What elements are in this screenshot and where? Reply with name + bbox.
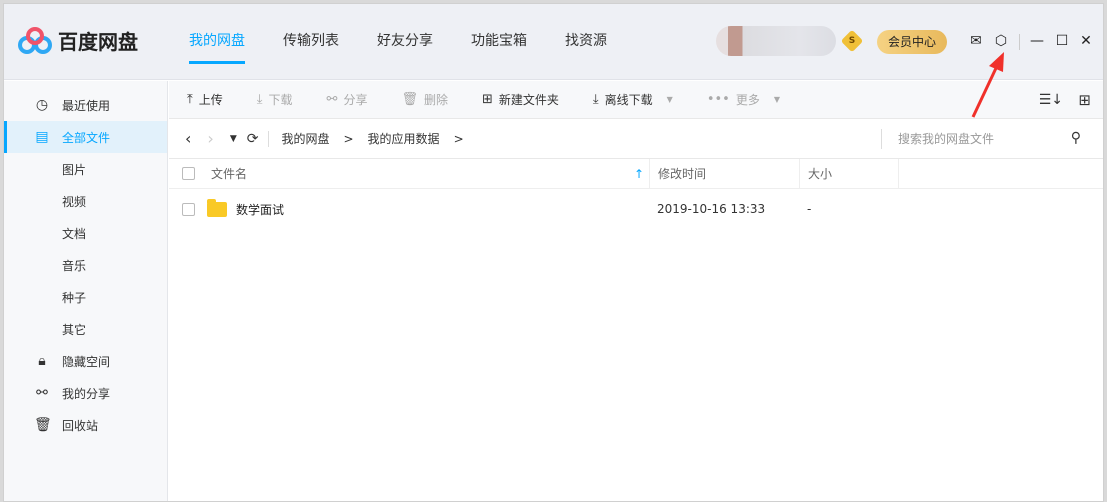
sidebar-item-label: 隐藏空间 bbox=[62, 354, 111, 369]
logo: 百度网盘 bbox=[18, 26, 138, 55]
clock-icon: ◷ bbox=[35, 97, 49, 113]
breadcrumb-my-disk[interactable]: 我的网盘 bbox=[281, 130, 329, 147]
new-folder-button[interactable]: ⊞ 新建文件夹 bbox=[482, 91, 559, 108]
tab-toolbox[interactable]: 功能宝箱 bbox=[456, 4, 542, 80]
folder-icon bbox=[207, 198, 227, 217]
lock-icon: 🔒︎ bbox=[38, 353, 46, 369]
forward-icon[interactable]: › bbox=[207, 129, 213, 148]
sidebar-item-label: 图片 bbox=[62, 162, 87, 177]
sort-asc-icon[interactable]: ↑ bbox=[634, 159, 644, 188]
sidebar-item-pictures[interactable]: 图片 bbox=[4, 153, 167, 185]
sidebar-item-recycle-bin[interactable]: 🗑︎ 回收站 bbox=[4, 409, 167, 441]
sidebar-item-label: 其它 bbox=[62, 322, 87, 337]
offline-download-button[interactable]: ⤓ 离线下载 ▼ bbox=[593, 91, 673, 108]
trash-icon: 🗑︎ bbox=[34, 417, 52, 433]
delete-button[interactable]: 🗑︎ 删除 bbox=[401, 91, 448, 108]
file-name[interactable]: 数学面试 bbox=[236, 189, 284, 229]
share-label: 分享 bbox=[343, 93, 368, 107]
tab-my-disk[interactable]: 我的网盘 bbox=[174, 4, 260, 80]
folder-plus-icon: ⊞ bbox=[481, 92, 493, 107]
sidebar-item-music[interactable]: 音乐 bbox=[4, 249, 167, 281]
caret-down-icon[interactable]: ▼ bbox=[774, 95, 780, 104]
new-folder-label: 新建文件夹 bbox=[498, 93, 559, 107]
more-label: 更多 bbox=[735, 93, 760, 107]
download-button[interactable]: ⤓ 下载 bbox=[257, 91, 293, 108]
sidebar-item-label: 回收站 bbox=[62, 418, 99, 433]
close-icon[interactable]: ✕ bbox=[1078, 33, 1094, 49]
sidebar-item-all-files[interactable]: ▤ 全部文件 bbox=[4, 121, 167, 153]
minimize-icon[interactable]: — bbox=[1029, 33, 1045, 49]
sort-icon[interactable]: ☰↓ bbox=[1039, 92, 1063, 108]
upload-label: 上传 bbox=[198, 93, 223, 107]
grid-view-icon[interactable]: ⊞ bbox=[1078, 91, 1091, 109]
sidebar-item-label: 文档 bbox=[62, 226, 87, 241]
sidebar-item-label: 视频 bbox=[62, 194, 87, 209]
download-label: 下载 bbox=[268, 93, 293, 107]
title-bar: 百度网盘 我的网盘 传输列表 好友分享 功能宝箱 找资源 S 会员中心 ✉ ⬡ … bbox=[4, 4, 1103, 80]
table-header: 文件名 ↑ 修改时间 大小 bbox=[169, 159, 1103, 189]
path-bar: ‹ › ▼ ⟳ 我的网盘 > 我的应用数据 > 搜索我的网盘文件 ⚲ bbox=[169, 119, 1103, 159]
share-button[interactable]: ⚯ 分享 bbox=[327, 91, 368, 108]
more-button[interactable]: ••• 更多 ▼ bbox=[707, 91, 780, 108]
baidu-cloud-logo-icon bbox=[18, 26, 52, 54]
user-avatar-blurred[interactable] bbox=[716, 26, 836, 56]
breadcrumb-app-data[interactable]: 我的应用数据 bbox=[368, 130, 440, 147]
document-icon: ▤ bbox=[35, 129, 49, 145]
share-icon: ⚯ bbox=[326, 92, 338, 107]
sidebar-item-label: 音乐 bbox=[62, 258, 87, 273]
divider bbox=[1019, 34, 1020, 50]
sidebar-item-hidden-space[interactable]: 🔒︎ 隐藏空间 bbox=[4, 345, 167, 377]
sidebar-item-videos[interactable]: 视频 bbox=[4, 185, 167, 217]
vip-center-button[interactable]: 会员中心 bbox=[877, 30, 947, 54]
offline-download-label: 离线下载 bbox=[604, 93, 653, 107]
sidebar-item-label: 我的分享 bbox=[62, 386, 111, 401]
more-dots-icon: ••• bbox=[706, 92, 730, 107]
sidebar-item-label: 种子 bbox=[62, 290, 87, 305]
column-modified[interactable]: 修改时间 bbox=[649, 159, 706, 188]
search-icon[interactable]: ⚲ bbox=[1071, 130, 1081, 146]
toolbar: ⤒ 上传 ⤓ 下载 ⚯ 分享 🗑︎ 删除 ⊞ 新建文件夹 ⤓ 离线下载 ▼ ••• 更多 ▼ ☰↓… bbox=[169, 81, 1103, 119]
refresh-icon[interactable]: ⟳ bbox=[247, 130, 270, 147]
tab-friend-share[interactable]: 好友分享 bbox=[362, 4, 448, 80]
sidebar-item-label: 全部文件 bbox=[62, 130, 111, 145]
select-all-checkbox[interactable] bbox=[182, 167, 195, 180]
tab-find-resources[interactable]: 找资源 bbox=[550, 4, 622, 80]
column-name[interactable]: 文件名 bbox=[211, 159, 247, 188]
main-panel: ⤒ 上传 ⤓ 下载 ⚯ 分享 🗑︎ 删除 ⊞ 新建文件夹 ⤓ 离线下载 ▼ ••• 更多 ▼ ☰↓… bbox=[169, 81, 1103, 501]
vip-badge-label: S bbox=[848, 36, 856, 46]
caret-down-icon[interactable]: ▼ bbox=[667, 95, 673, 104]
download-icon: ⤓ bbox=[256, 92, 263, 107]
app-name: 百度网盘 bbox=[58, 30, 138, 54]
search-input[interactable]: 搜索我的网盘文件 bbox=[881, 129, 1081, 149]
sidebar-item-label: 最近使用 bbox=[62, 98, 111, 113]
maximize-icon[interactable]: ☐ bbox=[1054, 33, 1070, 49]
file-modified: 2019-10-16 13:33 bbox=[657, 202, 766, 216]
share-icon: ⚯ bbox=[36, 385, 48, 401]
breadcrumb-separator: > bbox=[343, 131, 354, 146]
trash-icon: 🗑︎ bbox=[401, 92, 418, 107]
app-window: 百度网盘 我的网盘 传输列表 好友分享 功能宝箱 找资源 S 会员中心 ✉ ⬡ … bbox=[3, 3, 1104, 502]
vip-level-icon: S bbox=[840, 29, 864, 53]
main-nav: 我的网盘 传输列表 好友分享 功能宝箱 找资源 bbox=[174, 4, 630, 80]
upload-icon: ⤒ bbox=[187, 92, 193, 107]
sidebar-item-documents[interactable]: 文档 bbox=[4, 217, 167, 249]
history-dropdown-icon[interactable]: ▼ bbox=[230, 134, 237, 144]
sidebar-item-torrents[interactable]: 种子 bbox=[4, 281, 167, 313]
settings-gear-icon[interactable]: ⬡ bbox=[993, 33, 1009, 49]
download-icon: ⤓ bbox=[592, 92, 599, 107]
sidebar: ◷ 最近使用 ▤ 全部文件 图片 视频 文档 音乐 种子 其它 🔒︎ 隐藏空间 ⚯ 我的… bbox=[4, 81, 168, 501]
back-icon[interactable]: ‹ bbox=[185, 129, 191, 148]
mail-icon[interactable]: ✉ bbox=[968, 33, 984, 49]
sidebar-item-my-shares[interactable]: ⚯ 我的分享 bbox=[4, 377, 167, 409]
file-size: - bbox=[807, 202, 812, 216]
column-size[interactable]: 大小 bbox=[799, 159, 899, 188]
delete-label: 删除 bbox=[423, 93, 448, 107]
breadcrumb-separator: > bbox=[453, 131, 464, 146]
upload-button[interactable]: ⤒ 上传 bbox=[187, 91, 223, 108]
table-row[interactable]: 数学面试 2019-10-16 13:33 - bbox=[169, 189, 1103, 229]
sidebar-item-other[interactable]: 其它 bbox=[4, 313, 167, 345]
tab-transfer-list[interactable]: 传输列表 bbox=[268, 4, 354, 80]
row-checkbox[interactable] bbox=[182, 202, 195, 216]
sidebar-item-recent[interactable]: ◷ 最近使用 bbox=[4, 89, 167, 121]
